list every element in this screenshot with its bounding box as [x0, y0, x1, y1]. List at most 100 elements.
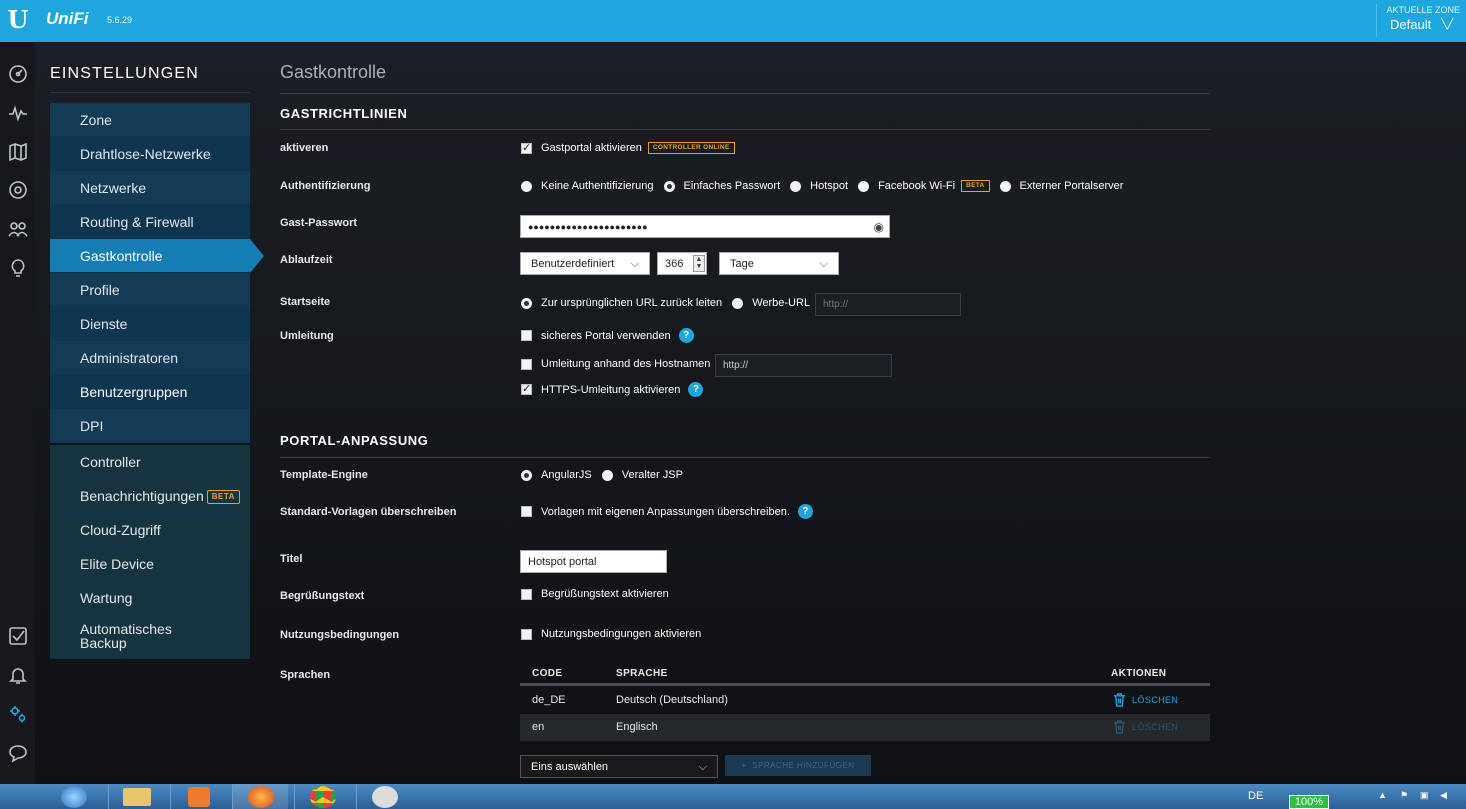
welcome-text-option[interactable]: Begrüßungstext aktivieren [521, 588, 669, 600]
landing-option-original[interactable]: Zur ursprünglichen URL zurück leiten [521, 297, 722, 309]
expiry-mode-select[interactable]: Benutzerdefiniert ⌵ [520, 252, 650, 275]
language-select[interactable]: Eins auswählen ⌵ [520, 755, 718, 778]
chrome-icon[interactable] [294, 784, 350, 809]
guest-portal-checkbox[interactable] [521, 141, 532, 154]
landing-option-promo[interactable]: Werbe-URL [732, 297, 810, 309]
hostname-redirect-option[interactable]: Umleitung anhand des Hostnamen [521, 358, 710, 370]
app-icon[interactable] [356, 784, 412, 809]
promo-url-input[interactable]: http:// [815, 293, 961, 316]
terms-checkbox[interactable] [521, 628, 532, 640]
menu-item-elite-device[interactable]: Elite Device [50, 547, 250, 581]
icon-rail [0, 42, 35, 784]
file-explorer-icon[interactable] [108, 784, 164, 809]
auth-option-hotspot[interactable]: Hotspot [790, 180, 848, 192]
menu-item-notifications[interactable]: Benachrichtigungen BETA [50, 479, 250, 513]
welcome-text-checkbox[interactable] [521, 588, 532, 600]
statistics-icon[interactable] [0, 98, 35, 128]
menu-item-controller[interactable]: Controller [50, 445, 250, 479]
terms-option[interactable]: Nutzungsbedingungen aktivieren [521, 628, 701, 640]
zone-selector[interactable]: Default ╲╱ [1390, 17, 1453, 32]
start-orb-icon[interactable] [46, 784, 102, 809]
facebook-beta-badge: BETA [961, 180, 990, 192]
guest-password-input[interactable]: ●●●●●●●●●●●●●●●●●●●●●● ◉ [520, 215, 890, 238]
help-icon[interactable]: ? [678, 328, 694, 343]
guest-portal-option[interactable]: Gastportal aktivieren CONTROLLER ONLINE [521, 141, 735, 154]
secure-portal-option[interactable]: sicheres Portal verwenden ? [521, 328, 694, 343]
radio-promo-url[interactable] [732, 297, 744, 309]
add-language-button[interactable]: + SPRACHE HINZUFÜGEN [725, 755, 871, 776]
menu-item-routing-firewall[interactable]: Routing & Firewall [50, 205, 250, 239]
menu-item-profiles[interactable]: Profile [50, 273, 250, 307]
menu-item-guest-control[interactable]: Gastkontrolle [50, 239, 264, 273]
terms-label: Nutzungsbedingungen [280, 629, 400, 641]
auth-option-simple-password[interactable]: Einfaches Passwort [663, 180, 780, 192]
radio-original-url[interactable] [521, 297, 532, 309]
menu-item-dpi[interactable]: DPI [50, 409, 250, 443]
auth-option-external[interactable]: Externer Portalserver [999, 180, 1123, 192]
radio-none[interactable] [521, 180, 532, 192]
radio-jsp[interactable] [601, 469, 613, 481]
settings-gear-icon[interactable] [0, 699, 35, 729]
enable-label: aktiveren [280, 142, 329, 154]
chat-icon[interactable] [0, 738, 35, 768]
radio-angularjs[interactable] [521, 469, 532, 481]
https-redirect-option[interactable]: HTTPS-Umleitung aktivieren ? [521, 382, 704, 397]
menu-item-auto-backup[interactable]: Automatisches Backup [50, 615, 250, 659]
menu-item-cloud-access[interactable]: Cloud-Zugriff [50, 513, 250, 547]
tray-arrow-icon[interactable]: ▲ [1378, 790, 1387, 800]
portal-title-input[interactable]: Hotspot portal [520, 550, 667, 573]
delete-button[interactable]: LÖSCHEN [1113, 693, 1178, 707]
welcome-text-option-label: Begrüßungstext aktivieren [541, 588, 669, 600]
menu-item-services[interactable]: Dienste [50, 307, 250, 341]
devices-icon[interactable] [0, 175, 35, 205]
menu-item-user-groups[interactable]: Benutzergruppen [50, 375, 250, 409]
guest-portal-label: Gastportal aktivieren [541, 142, 642, 154]
input-locale[interactable]: DE [1248, 790, 1263, 802]
menu-item-maintenance[interactable]: Wartung [50, 581, 250, 615]
firefox-icon[interactable] [232, 784, 288, 809]
insights-icon[interactable] [0, 253, 35, 283]
media-player-icon[interactable] [170, 784, 226, 809]
menu-item-admins[interactable]: Administratoren [50, 341, 250, 375]
hostname-input[interactable]: http:// [715, 354, 892, 377]
secure-portal-checkbox[interactable] [521, 330, 532, 341]
notifications-bell-icon[interactable] [0, 660, 35, 690]
engine-option-angularjs[interactable]: AngularJS [521, 469, 592, 481]
menu-item-networks[interactable]: Netzwerke [50, 171, 250, 205]
version-label: 5.6.29 [107, 15, 133, 25]
template-engine-options: AngularJS Veralter JSP [521, 469, 693, 481]
hostname-redirect-checkbox[interactable] [521, 358, 532, 370]
radio-simple-password[interactable] [663, 180, 675, 192]
flag-icon[interactable]: ⚑ [1400, 790, 1408, 801]
auth-option-facebook[interactable]: Facebook Wi-Fi BETA [858, 180, 990, 192]
volume-icon[interactable]: ◀ [1440, 790, 1447, 801]
network-icon[interactable]: ▣ [1420, 790, 1429, 801]
radio-facebook[interactable] [858, 180, 870, 192]
number-stepper[interactable]: ▲ ▼ [693, 255, 705, 272]
radio-external[interactable] [999, 180, 1011, 192]
expiry-value-input[interactable]: 366 ▲ ▼ [657, 252, 707, 275]
battery-indicator[interactable]: 100% [1289, 795, 1329, 809]
map-icon[interactable] [0, 137, 35, 167]
dashboard-icon[interactable] [0, 59, 35, 89]
alerts-check-icon[interactable] [0, 621, 35, 651]
expiry-unit-value: Tage [730, 258, 754, 270]
menu-item-zone[interactable]: Zone [50, 103, 250, 137]
radio-hotspot[interactable] [790, 180, 802, 192]
https-redirect-checkbox[interactable] [521, 382, 532, 395]
help-icon[interactable]: ? [797, 504, 813, 519]
help-icon[interactable]: ? [688, 382, 704, 397]
eye-icon[interactable]: ◉ [874, 216, 884, 238]
landing-option-promo-label: Werbe-URL [752, 297, 811, 309]
row-language: Englisch [616, 721, 658, 733]
override-templates-option[interactable]: Vorlagen mit eigenen Anpassungen übersch… [521, 504, 813, 519]
menu-item-wireless-networks[interactable]: Drahtlose-Netzwerke [50, 137, 250, 171]
ubiquiti-logo[interactable]: U [0, 0, 36, 42]
expiry-unit-select[interactable]: Tage ⌵ [719, 252, 839, 275]
override-templates-checkbox[interactable] [521, 506, 532, 517]
auth-option-none[interactable]: Keine Authentifizierung [521, 180, 654, 192]
expiry-value: 366 [665, 258, 684, 270]
engine-option-jsp[interactable]: Veralter JSP [601, 469, 683, 481]
clients-icon[interactable] [0, 214, 35, 244]
top-bar: U UniFi 5.6.29 AKTUELLE ZONE Default ╲╱ [0, 0, 1466, 42]
